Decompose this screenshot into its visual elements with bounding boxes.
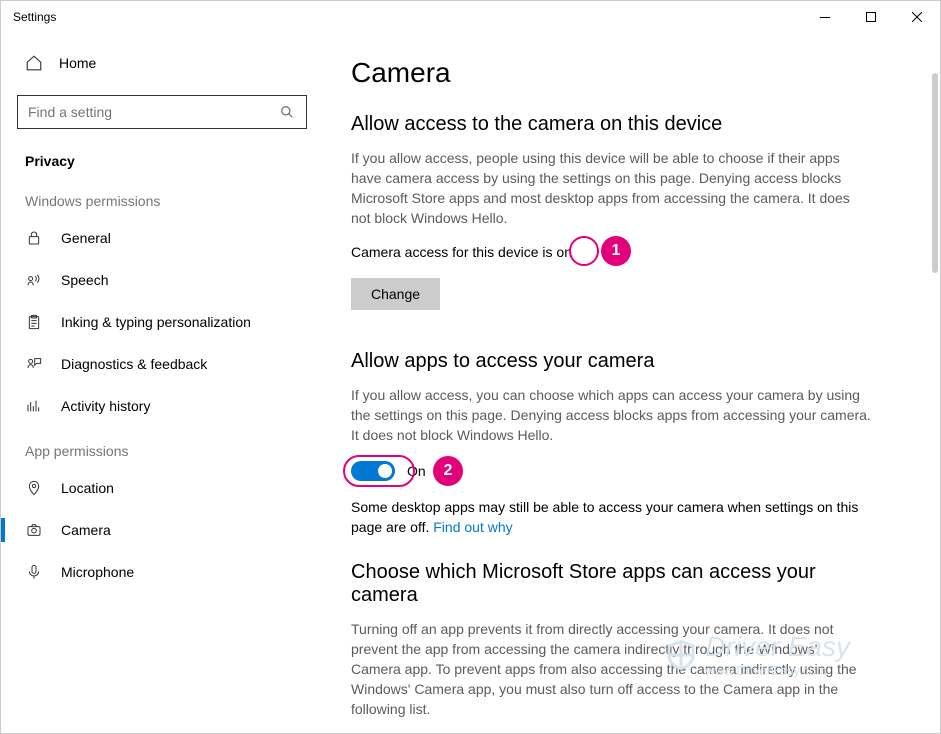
- section3-heading: Choose which Microsoft Store apps can ac…: [351, 561, 871, 607]
- sidebar-home-label: Home: [59, 55, 96, 71]
- close-button[interactable]: [894, 1, 940, 33]
- sidebar-item-label: General: [61, 230, 111, 246]
- minimize-button[interactable]: [802, 1, 848, 33]
- section1-body: If you allow access, people using this d…: [351, 148, 871, 228]
- sidebar-home[interactable]: Home: [17, 43, 321, 83]
- titlebar: Settings: [1, 1, 940, 33]
- sidebar-item-label: Speech: [61, 272, 108, 288]
- section3-body: Turning off an app prevents it from dire…: [351, 619, 871, 719]
- section1-heading: Allow access to the camera on this devic…: [351, 113, 910, 136]
- footnote-text: Some desktop apps may still be able to a…: [351, 499, 858, 535]
- change-button[interactable]: Change: [351, 278, 440, 310]
- sidebar-item-label: Camera: [61, 522, 111, 538]
- section2-heading: Allow apps to access your camera: [351, 350, 910, 373]
- content-area: Camera Allow access to the camera on thi…: [321, 33, 940, 733]
- section2-footnote: Some desktop apps may still be able to a…: [351, 497, 871, 537]
- sidebar-item-diagnostics[interactable]: Diagnostics & feedback: [17, 343, 321, 385]
- sidebar-section-privacy: Privacy: [17, 145, 321, 177]
- sidebar-item-microphone[interactable]: Microphone: [17, 551, 321, 593]
- maximize-button[interactable]: [848, 1, 894, 33]
- camera-status-prefix: Camera access for this device is: [351, 244, 556, 260]
- sidebar-item-label: Diagnostics & feedback: [61, 356, 207, 372]
- activity-icon: [25, 397, 43, 415]
- lock-icon: [25, 229, 43, 247]
- section2-body: If you allow access, you can choose whic…: [351, 385, 871, 445]
- clipboard-icon: [25, 313, 43, 331]
- sidebar-item-label: Location: [61, 480, 114, 496]
- microphone-icon: [25, 563, 43, 581]
- sidebar-item-label: Activity history: [61, 398, 150, 414]
- window-title: Settings: [13, 10, 56, 24]
- search-icon: [278, 103, 296, 121]
- sidebar-item-label: Microphone: [61, 564, 134, 580]
- window-controls: [802, 1, 940, 33]
- sidebar-item-location[interactable]: Location: [17, 467, 321, 509]
- sidebar-group-app-permissions: App permissions: [17, 427, 321, 467]
- annotation-badge-2: 2: [433, 456, 463, 486]
- page-title: Camera: [351, 57, 910, 89]
- sidebar-item-speech[interactable]: Speech: [17, 259, 321, 301]
- speech-icon: [25, 271, 43, 289]
- annotation-circle-2: [343, 455, 415, 487]
- feedback-icon: [25, 355, 43, 373]
- annotation-circle-1: [569, 236, 599, 266]
- find-out-why-link[interactable]: Find out why: [433, 519, 512, 535]
- sidebar: Home Privacy Windows permissions General…: [1, 33, 321, 733]
- location-icon: [25, 479, 43, 497]
- search-box[interactable]: [17, 95, 307, 129]
- sidebar-item-label: Inking & typing personalization: [61, 314, 251, 330]
- sidebar-item-camera[interactable]: Camera: [17, 509, 321, 551]
- search-input[interactable]: [28, 104, 278, 120]
- camera-icon: [25, 521, 43, 539]
- annotation-badge-1: 1: [601, 236, 631, 266]
- sidebar-item-inking[interactable]: Inking & typing personalization: [17, 301, 321, 343]
- scrollbar[interactable]: [932, 73, 938, 273]
- camera-status-line: Camera access for this device is on: [351, 244, 572, 260]
- sidebar-item-general[interactable]: General: [17, 217, 321, 259]
- sidebar-group-windows-permissions: Windows permissions: [17, 177, 321, 217]
- home-icon: [25, 54, 43, 72]
- sidebar-item-activity[interactable]: Activity history: [17, 385, 321, 427]
